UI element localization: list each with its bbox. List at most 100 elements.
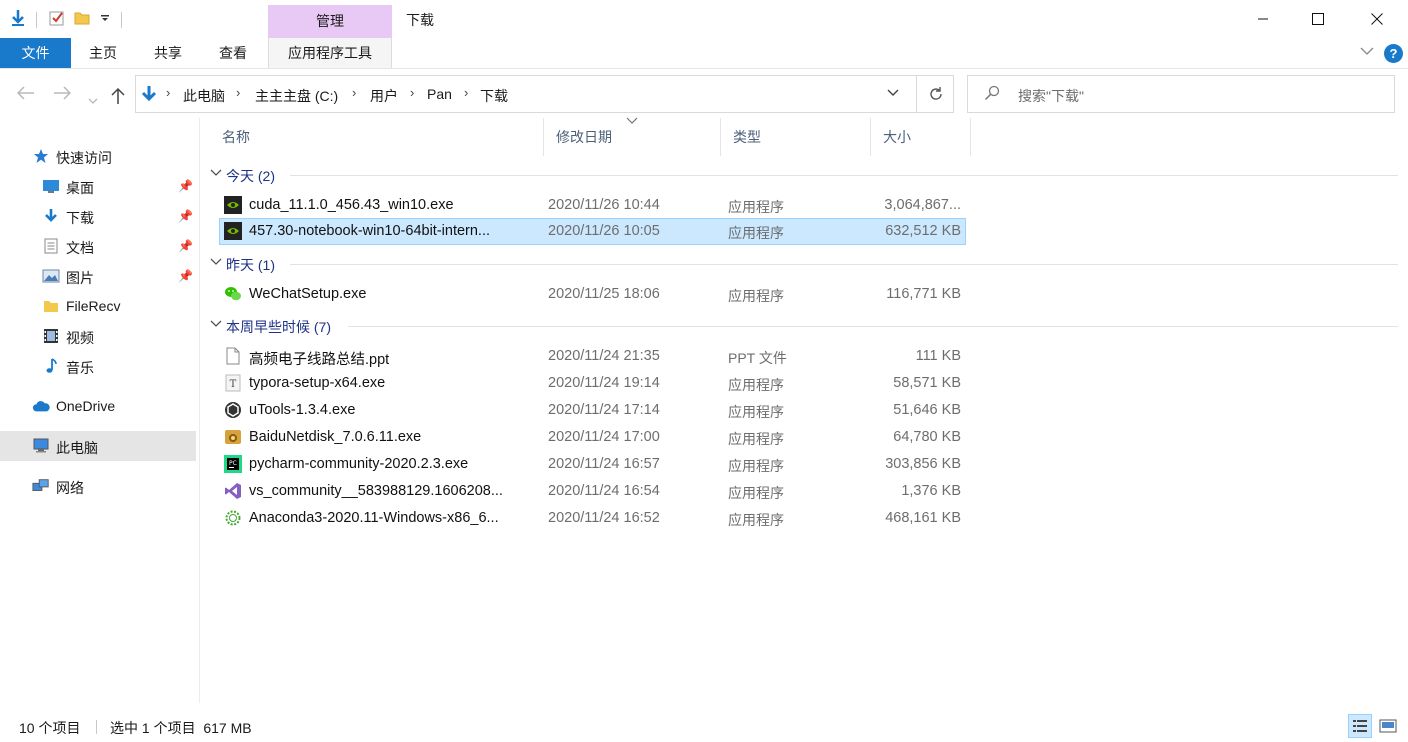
file-row[interactable]: T typora-setup-x64.exe 2020/11/24 19:14 … xyxy=(219,370,966,397)
search-input[interactable]: 搜索"下载" xyxy=(1018,86,1084,106)
tab-file[interactable]: 文件 xyxy=(0,38,71,68)
download-folder-icon xyxy=(140,85,158,106)
help-button[interactable]: ? xyxy=(1384,44,1403,63)
sidebar-item-label: 图片 xyxy=(66,270,94,286)
download-icon xyxy=(42,207,60,225)
recent-locations-chevron-icon[interactable] xyxy=(88,89,98,110)
file-type: 应用程序 xyxy=(728,199,784,215)
breadcrumb-this-pc[interactable]: 此电脑 xyxy=(183,86,225,106)
search-box[interactable]: 搜索"下载" xyxy=(967,75,1395,113)
anaconda-icon xyxy=(224,509,242,527)
group-header-earlier-this-week[interactable]: 本周早些时候 (7) xyxy=(208,315,1398,337)
picture-icon xyxy=(42,267,60,285)
file-row[interactable]: vs_community__583988129.1606208... 2020/… xyxy=(219,478,966,505)
file-row[interactable]: WeChatSetup.exe 2020/11/25 18:06 应用程序 11… xyxy=(219,281,966,308)
file-type: 应用程序 xyxy=(728,225,784,241)
back-arrow-icon[interactable] xyxy=(16,84,35,105)
typora-icon: T xyxy=(224,374,242,392)
tab-app-tools[interactable]: 应用程序工具 xyxy=(268,38,392,68)
file-size: 51,646 KB xyxy=(893,402,961,418)
customize-icon[interactable] xyxy=(96,8,114,28)
breadcrumb-separator-icon[interactable]: › xyxy=(464,85,468,100)
file-row[interactable]: uTools-1.3.4.exe 2020/11/24 17:14 应用程序 5… xyxy=(219,397,966,424)
file-row[interactable]: Anaconda3-2020.11-Windows-x86_6... 2020/… xyxy=(219,505,966,532)
sidebar-item-onedrive[interactable]: OneDrive xyxy=(0,391,196,421)
column-header-row: 名称 修改日期 类型 大小 xyxy=(205,117,1405,158)
large-icons-view-icon[interactable] xyxy=(1376,714,1400,738)
file-name: cuda_11.1.0_456.43_win10.exe xyxy=(249,197,454,213)
sidebar-item-desktop[interactable]: 桌面 📌 xyxy=(0,171,196,201)
minimize-button[interactable] xyxy=(1240,0,1286,38)
column-header-type[interactable]: 类型 xyxy=(721,118,871,156)
breadcrumb-separator-icon[interactable]: › xyxy=(166,85,170,100)
sidebar-item-music[interactable]: 音乐 xyxy=(0,351,196,381)
quick-access-download-icon[interactable] xyxy=(9,8,27,28)
sidebar-item-label: 下载 xyxy=(66,210,94,226)
file-icon xyxy=(224,347,242,365)
forward-arrow-icon[interactable] xyxy=(53,84,72,105)
breadcrumb-downloads[interactable]: 下载 xyxy=(480,86,508,106)
file-size: 303,856 KB xyxy=(885,456,961,472)
refresh-button[interactable] xyxy=(916,76,954,112)
breadcrumb-separator-icon[interactable]: › xyxy=(410,85,414,100)
group-header-today[interactable]: 今天 (2) xyxy=(208,164,1398,186)
breadcrumb-separator-icon[interactable]: › xyxy=(236,85,240,100)
computer-icon xyxy=(32,437,50,455)
file-date: 2020/11/24 16:54 xyxy=(548,483,660,499)
maximize-button[interactable] xyxy=(1295,0,1341,38)
sidebar-item-documents[interactable]: 文档 📌 xyxy=(0,231,196,261)
details-view-icon[interactable] xyxy=(1348,714,1372,738)
star-icon xyxy=(32,147,50,165)
tab-share[interactable]: 共享 xyxy=(143,38,193,68)
sidebar-item-quick-access[interactable]: 快速访问 xyxy=(0,141,196,171)
address-history-chevron-icon[interactable] xyxy=(887,85,899,100)
sidebar-item-this-pc[interactable]: 此电脑 xyxy=(0,431,196,461)
breadcrumb-c-drive[interactable]: 主主主盘 (C:) xyxy=(255,86,338,106)
music-icon xyxy=(42,357,60,375)
pycharm-icon: PC xyxy=(224,455,242,473)
file-name: WeChatSetup.exe xyxy=(249,286,367,302)
file-name: pycharm-community-2020.2.3.exe xyxy=(249,456,469,472)
file-date: 2020/11/24 16:52 xyxy=(548,510,660,526)
breadcrumb-users[interactable]: 用户 xyxy=(370,86,398,106)
breadcrumb-separator-icon[interactable]: › xyxy=(352,85,356,100)
file-row[interactable]: PC pycharm-community-2020.2.3.exe 2020/1… xyxy=(219,451,966,478)
file-name: vs_community__583988129.1606208... xyxy=(249,483,503,499)
pin-icon[interactable]: 📌 xyxy=(178,179,193,193)
tab-view[interactable]: 查看 xyxy=(208,38,258,68)
sidebar-item-videos[interactable]: 视频 xyxy=(0,321,196,351)
file-row[interactable]: cuda_11.1.0_456.43_win10.exe 2020/11/26 … xyxy=(219,192,966,219)
file-row[interactable]: BaiduNetdisk_7.0.6.11.exe 2020/11/24 17:… xyxy=(219,424,966,451)
expand-ribbon-chevron-icon[interactable] xyxy=(1360,45,1374,59)
pin-icon[interactable]: 📌 xyxy=(178,209,193,223)
group-header-yesterday[interactable]: 昨天 (1) xyxy=(208,253,1398,275)
sidebar-item-downloads[interactable]: 下载 📌 xyxy=(0,201,196,231)
context-tab-group-manage[interactable]: 管理 xyxy=(268,5,392,38)
toolbar-divider xyxy=(36,12,37,28)
address-bar[interactable]: › 此电脑 › 主主主盘 (C:) › 用户 › Pan › 下载 xyxy=(135,75,954,113)
sidebar-item-filerecv[interactable]: FileRecv xyxy=(0,291,196,321)
file-date: 2020/11/26 10:44 xyxy=(548,197,660,213)
file-row-selected[interactable]: 457.30-notebook-win10-64bit-intern... 20… xyxy=(219,218,966,245)
ribbon-tab-row: 文件 主页 共享 查看 应用程序工具 ? xyxy=(0,38,1408,69)
file-name: typora-setup-x64.exe xyxy=(249,375,386,391)
up-arrow-icon[interactable] xyxy=(111,87,125,110)
file-row[interactable]: 高频电子线路总结.ppt 2020/11/24 21:35 PPT 文件 111… xyxy=(219,343,966,370)
close-button[interactable] xyxy=(1354,0,1400,38)
pin-icon[interactable]: 📌 xyxy=(178,239,193,253)
tab-home[interactable]: 主页 xyxy=(78,38,128,68)
properties-icon[interactable] xyxy=(48,8,66,28)
pin-icon[interactable]: 📌 xyxy=(178,269,193,283)
folder-icon xyxy=(42,297,60,315)
column-header-size[interactable]: 大小 xyxy=(871,118,971,156)
file-type: 应用程序 xyxy=(728,431,784,447)
sidebar-item-pictures[interactable]: 图片 📌 xyxy=(0,261,196,291)
collapse-chevron-icon[interactable] xyxy=(210,166,222,180)
collapse-chevron-icon[interactable] xyxy=(210,255,222,269)
collapse-chevron-icon[interactable] xyxy=(210,317,222,331)
breadcrumb-pan[interactable]: Pan xyxy=(427,86,452,102)
group-title: 昨天 (1) xyxy=(226,257,275,273)
column-header-name[interactable]: 名称 xyxy=(210,118,544,156)
folder-icon[interactable] xyxy=(73,8,91,28)
sidebar-item-network[interactable]: 网络 xyxy=(0,471,196,501)
